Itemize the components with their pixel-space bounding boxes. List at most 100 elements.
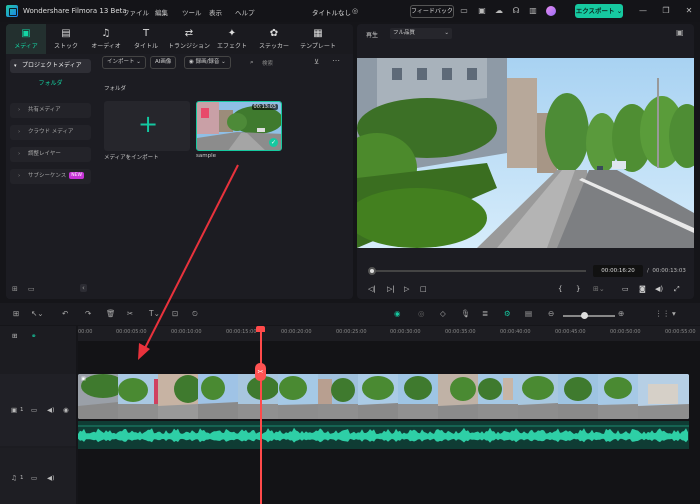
sidebar-item-cloud-media[interactable]: クラウド メディア <box>10 125 91 140</box>
undo-icon[interactable]: ↶ <box>62 310 68 318</box>
sidebar-item-subsequence[interactable]: サブシーケンスNEW <box>10 169 91 184</box>
zoom-slider-knob[interactable] <box>581 312 588 319</box>
ruler-tick: 00:00:55:00 <box>665 329 696 335</box>
minimize-icon[interactable]: — <box>638 6 648 16</box>
folder-icon[interactable]: ▭ <box>31 406 37 414</box>
tab-templates[interactable]: ▦ テンプレート <box>296 24 340 54</box>
sidebar-item-shared-media[interactable]: 共有メディア <box>10 103 91 118</box>
quality-select[interactable]: フル品質 ⌄ <box>390 28 452 39</box>
step-play-icon[interactable]: ▷| <box>387 285 395 293</box>
playback-progress-track[interactable] <box>371 270 586 272</box>
delete-icon[interactable]: 🗑 <box>106 310 116 318</box>
zoom-slider-track[interactable] <box>563 315 615 317</box>
tab-effects[interactable]: ✦ エフェクト <box>212 24 252 54</box>
media-thumbnail-sample[interactable]: 00:13:03 ✓ <box>196 101 282 151</box>
tab-stickers[interactable]: ✿ ステッカー <box>252 24 296 54</box>
new-badge: NEW <box>69 172 84 179</box>
record-button[interactable]: ◉ 録画/録音 ⌄ <box>184 56 231 69</box>
redo-icon[interactable]: ↷ <box>85 310 91 318</box>
more-icon[interactable]: ⋯ <box>332 56 340 65</box>
video-track-icon: ▣ <box>11 406 18 414</box>
link-icon[interactable]: ⚭ <box>31 332 36 340</box>
fullscreen-icon[interactable]: ⤢ <box>674 285 680 293</box>
feedback-button[interactable]: フィードバック <box>410 5 454 18</box>
scenes-icon[interactable]: ▤ <box>525 310 532 318</box>
record-voice-icon[interactable]: ◎ <box>418 310 425 318</box>
search-input[interactable]: 検索 <box>262 59 273 67</box>
mark-out-icon[interactable]: } <box>576 285 580 293</box>
speaker-icon[interactable]: ◀) <box>47 406 55 414</box>
zoom-out-icon[interactable]: ⊖ <box>548 310 554 318</box>
preview-video <box>357 58 694 248</box>
import-media-tile[interactable]: + <box>104 101 190 151</box>
add-track-icon[interactable]: ⊞ <box>12 332 17 340</box>
sidebar-item-folder[interactable]: フォルダ <box>10 77 91 91</box>
menu-help[interactable]: ヘルプ <box>235 7 255 17</box>
project-status-icon[interactable]: ◎ <box>350 6 360 16</box>
tab-media[interactable]: ▣ メディア <box>6 24 46 54</box>
playback-progress-knob[interactable] <box>368 267 376 275</box>
audio-clip[interactable] <box>78 421 689 449</box>
playhead-handle[interactable] <box>256 326 265 332</box>
select-tool-icon[interactable]: ↖⌄ <box>31 310 44 318</box>
speed-icon[interactable]: ⏲ <box>192 310 198 318</box>
speaker-icon[interactable]: ◀) <box>47 474 55 482</box>
menu-tools[interactable]: ツール <box>182 7 202 17</box>
display-icon[interactable]: ▭ <box>622 285 629 293</box>
cloud-icon[interactable]: ☁ <box>494 6 504 16</box>
tab-stock[interactable]: ▤ ストック <box>46 24 86 54</box>
check-icon: ✓ <box>269 138 278 147</box>
collapse-icon[interactable]: ‹ <box>80 284 87 292</box>
ai-image-button[interactable]: AI画像 <box>150 56 177 69</box>
tab-audio[interactable]: ♫ オーディオ <box>86 24 126 54</box>
ai-tool-icon[interactable]: ⚙ <box>504 310 511 318</box>
close-icon[interactable]: ✕ <box>684 6 694 16</box>
tab-transitions[interactable]: ⇄ トランジション <box>166 24 212 54</box>
menu-file[interactable]: ファイル <box>123 7 149 17</box>
headset-icon[interactable]: ☊ <box>511 6 521 16</box>
text-icon[interactable]: T⌄ <box>149 310 160 318</box>
sidebar-item-project-media[interactable]: ▾ プロジェクトメディア <box>10 59 91 73</box>
gift-icon[interactable]: ▥ <box>528 6 538 16</box>
grid-view-icon[interactable]: ⋮⋮ <box>655 310 670 318</box>
playhead-split-icon[interactable]: ✂ <box>255 363 266 381</box>
mic-icon[interactable]: 🎙 <box>461 310 471 318</box>
eye-icon[interactable]: ◉ <box>63 406 69 414</box>
sidebar-item-adjustment-layer[interactable]: 調整レイヤー <box>10 147 91 162</box>
tab-titles[interactable]: T タイトル <box>126 24 166 54</box>
layout-grid-icon[interactable]: ⊞ <box>13 310 19 318</box>
camera-icon[interactable]: ◙ <box>639 285 646 293</box>
zoom-in-icon[interactable]: ⊕ <box>618 310 624 318</box>
fit-icon[interactable]: ⊞⌄ <box>593 285 605 293</box>
shield-icon[interactable]: ◇ <box>440 310 446 318</box>
total-time: / 00:00:13:03 <box>647 268 686 274</box>
timeline-ruler[interactable]: 00:00 00:00:05:00 00:00:10:00 00:00:15:0… <box>78 326 700 341</box>
avatar-icon[interactable] <box>546 6 556 16</box>
stop-icon[interactable]: □ <box>420 285 427 293</box>
snapshot-settings-icon[interactable]: ▣ <box>676 28 684 37</box>
crop-icon[interactable]: ⊡ <box>172 310 178 318</box>
new-folder-icon[interactable]: ⊞ <box>12 285 18 293</box>
maximize-icon[interactable]: ❐ <box>661 6 671 16</box>
render-icon[interactable]: ◉ <box>394 310 401 318</box>
volume-icon[interactable]: ◀) <box>655 285 663 293</box>
play-icon[interactable]: ▷ <box>404 285 409 293</box>
folder-icon[interactable]: ▭ <box>31 474 37 482</box>
split-icon[interactable]: ✂ <box>127 310 133 318</box>
import-button[interactable]: インポート ⌄ <box>102 56 146 69</box>
search-icon[interactable]: ⌕ <box>250 58 254 67</box>
export-button[interactable]: エクスポート ⌄ <box>575 4 623 18</box>
filter-icon[interactable]: ⊻ <box>314 58 319 66</box>
menu-view[interactable]: 表示 <box>209 7 222 17</box>
save-icon[interactable]: ▣ <box>477 6 487 16</box>
playhead-line[interactable] <box>260 326 262 504</box>
media-sidebar: ▾プロジェクトメディア フォルダ 共有メディア クラウド メディア 調整レイヤー… <box>6 54 95 299</box>
folder-icon[interactable]: ▭ <box>28 285 35 293</box>
video-clip[interactable]: ▣ <box>78 374 689 419</box>
mark-in-icon[interactable]: { <box>558 285 562 293</box>
prev-frame-icon[interactable]: ◁| <box>368 285 376 293</box>
list-icon[interactable]: ≣ <box>482 310 488 318</box>
layout-icon[interactable]: ▭ <box>459 6 469 16</box>
more-options-icon[interactable]: ▾ <box>672 310 676 318</box>
menu-edit[interactable]: 編集 <box>155 7 168 17</box>
